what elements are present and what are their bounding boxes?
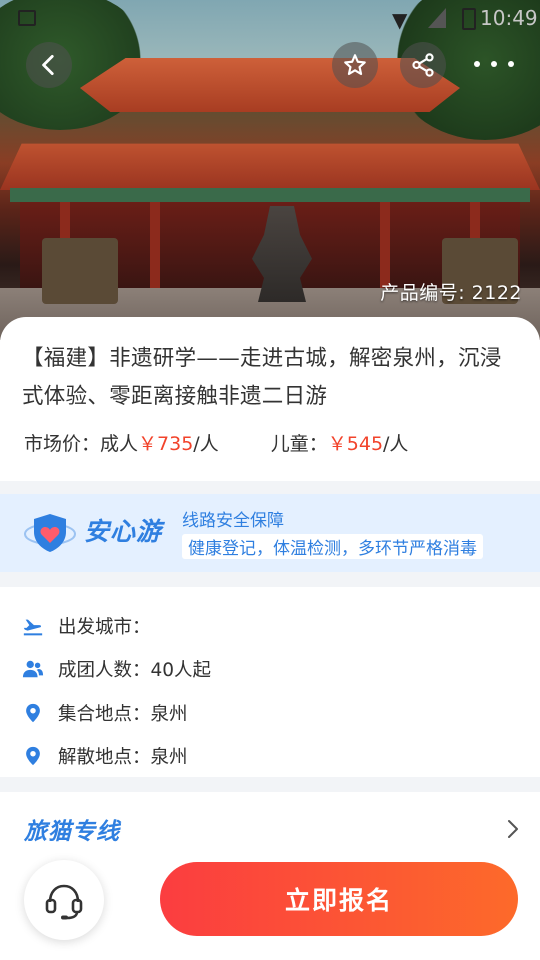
location-pin-icon [26,746,40,766]
safety-headline: 线路安全保障 [182,511,284,531]
child-label: 儿童： [270,433,328,455]
adult-price: ￥735 [138,433,194,455]
back-button[interactable] [26,42,72,88]
signal-icon [428,8,446,28]
headset-icon [45,884,83,920]
more-button[interactable] [474,52,514,76]
trip-info-list: 出发城市： 成团人数：40人起 集合地点：泉州 解散地点：泉州 [0,587,540,777]
market-price-label: 市场价： [24,433,101,455]
zhuanxian-title: 旅猫专线 [24,819,120,845]
product-number: 产品编号: 2122 [380,282,522,304]
adult-label: 成人 [100,433,139,455]
wifi-icon: ▼ [392,8,408,32]
star-icon [344,54,366,76]
status-time: 10:49 [480,6,538,30]
safety-detail: 健康登记，体温检测，多环节严格消毒 [182,534,483,559]
meeting-point-row: 集合地点：泉州 [22,698,188,728]
signup-button[interactable]: 立即报名 [160,862,518,936]
plane-icon [23,619,43,636]
anxin-brand: 安心游 [84,517,163,546]
heart-shield-icon [24,514,76,552]
group-size-text: 成团人数：40人起 [58,660,212,681]
adult-unit: /人 [193,433,219,455]
people-icon [22,660,44,678]
child-unit: /人 [383,433,409,455]
product-title: 【福建】非遗研学——走进古城，解密泉州，沉浸式体验、零距离接触非遗二日游 [22,346,502,409]
child-price: ￥545 [327,433,384,455]
status-bar: ▼ 10:49 [0,0,540,36]
safety-banner[interactable]: 安心游 线路安全保障 健康登记，体温检测，多环节严格消毒 [0,494,540,572]
group-size-row: 成团人数：40人起 [22,654,211,684]
back-arrow-icon [42,54,54,76]
departure-row: 出发城市： [22,611,151,641]
favorite-button[interactable] [332,42,378,88]
share-icon [412,53,434,77]
departure-text: 出发城市： [58,617,151,638]
dismissal-point-text: 解散地点：泉州 [58,747,188,768]
share-button[interactable] [400,42,446,88]
more-dots-icon [474,61,480,67]
customer-service-button[interactable] [24,860,104,940]
chevron-right-icon [508,820,518,838]
price-row: 市场价：成人￥735/人 儿童：￥545/人 [24,429,408,456]
location-pin-icon [26,703,40,723]
meeting-point-text: 集合地点：泉州 [58,704,188,725]
product-card: 【福建】非遗研学——走进古城，解密泉州，沉浸式体验、零距离接触非遗二日游 市场价… [0,317,540,481]
battery-icon [462,8,476,30]
dismissal-point-row: 解散地点：泉州 [22,741,188,771]
sim-icon [18,10,36,26]
